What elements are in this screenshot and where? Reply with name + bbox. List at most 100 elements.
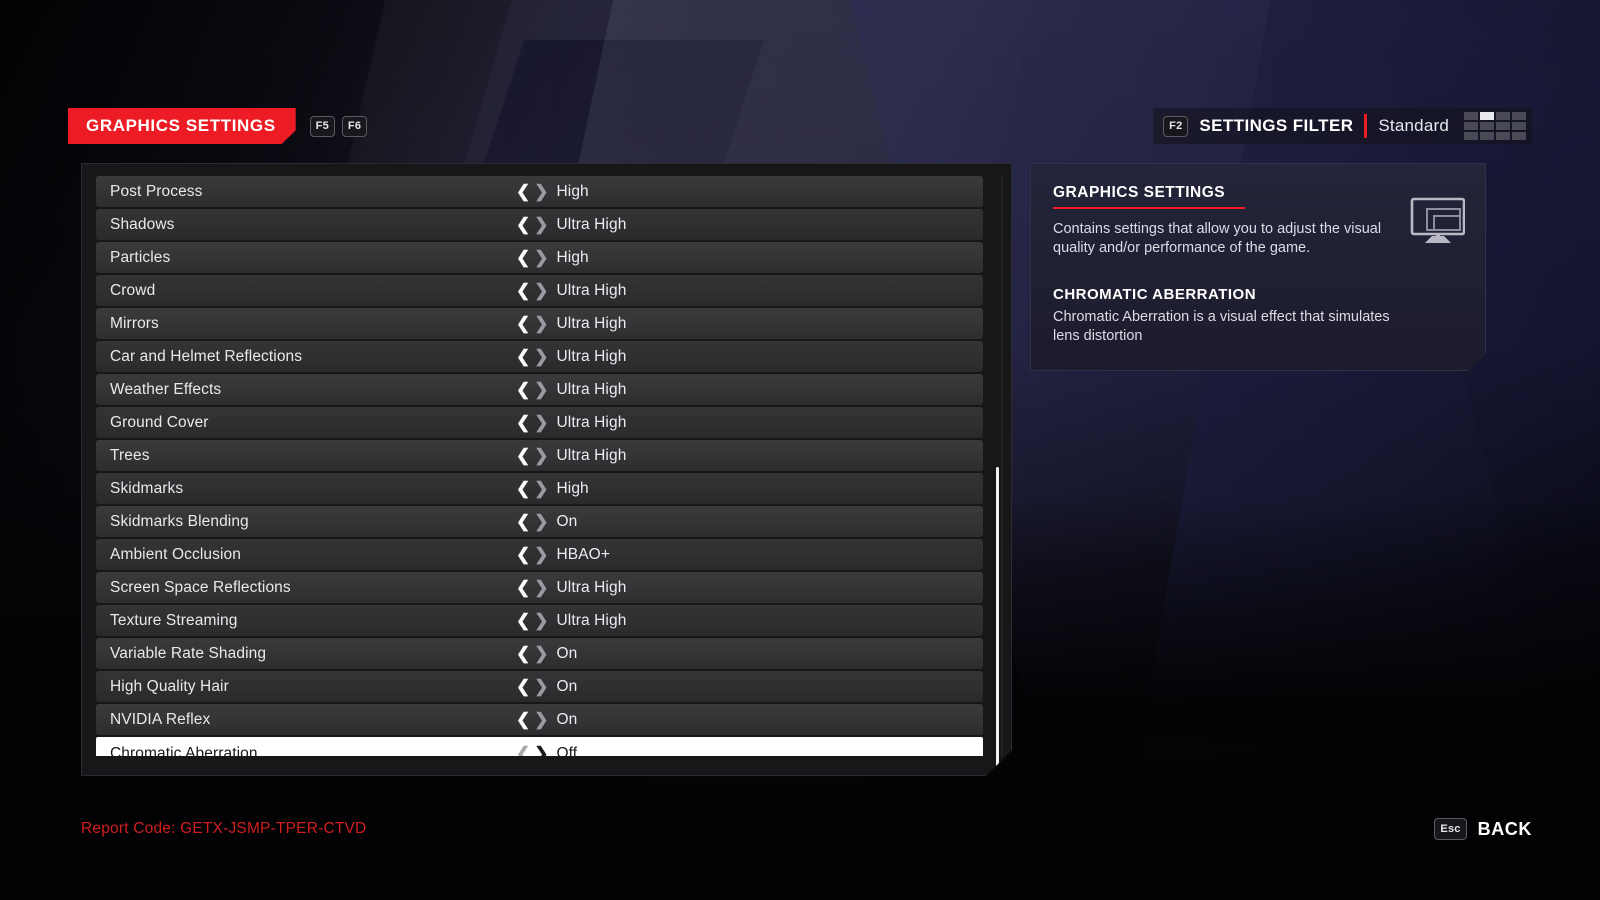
setting-row[interactable]: Variable Rate Shading ❮ ❯ On xyxy=(96,638,983,669)
chevron-left-icon[interactable]: ❮ xyxy=(516,348,530,365)
keycap-f2[interactable]: F2 xyxy=(1163,115,1189,137)
setting-value: Ultra High xyxy=(556,347,627,365)
setting-stepper[interactable]: ❮ ❯ xyxy=(516,579,549,596)
chevron-right-icon[interactable]: ❯ xyxy=(534,381,548,398)
setting-stepper[interactable]: ❮ ❯ xyxy=(516,447,549,464)
chevron-right-icon[interactable]: ❯ xyxy=(534,183,548,200)
setting-stepper[interactable]: ❮ ❯ xyxy=(516,546,549,563)
setting-row[interactable]: Ambient Occlusion ❮ ❯ HBAO+ xyxy=(96,539,983,570)
settings-scrollbar-track[interactable] xyxy=(1001,176,1003,756)
chevron-right-icon[interactable]: ❯ xyxy=(534,480,548,497)
chevron-right-icon[interactable]: ❯ xyxy=(534,745,548,756)
setting-stepper[interactable]: ❮ ❯ xyxy=(516,282,549,299)
setting-stepper[interactable]: ❮ ❯ xyxy=(516,711,549,728)
setting-label: Crowd xyxy=(110,281,156,299)
setting-row[interactable]: Car and Helmet Reflections ❮ ❯ Ultra High xyxy=(96,341,983,372)
setting-stepper[interactable]: ❮ ❯ xyxy=(516,381,549,398)
settings-filter-value[interactable]: Standard xyxy=(1378,116,1449,136)
chevron-left-icon[interactable]: ❮ xyxy=(516,447,530,464)
setting-label: Chromatic Aberration xyxy=(110,744,258,756)
setting-label: Skidmarks xyxy=(110,479,184,497)
chevron-left-icon[interactable]: ❮ xyxy=(516,315,530,332)
chevron-left-icon[interactable]: ❮ xyxy=(516,513,530,530)
settings-filter-group[interactable]: F2 SETTINGS FILTER Standard xyxy=(1153,108,1532,144)
setting-stepper[interactable]: ❮ ❯ xyxy=(516,678,549,695)
setting-row[interactable]: Shadows ❮ ❯ Ultra High xyxy=(96,209,983,240)
chevron-right-icon[interactable]: ❯ xyxy=(534,348,548,365)
chevron-right-icon[interactable]: ❯ xyxy=(534,579,548,596)
keycap-esc[interactable]: Esc xyxy=(1434,818,1467,840)
setting-label: Car and Helmet Reflections xyxy=(110,347,303,365)
chevron-left-icon[interactable]: ❮ xyxy=(516,711,530,728)
setting-stepper[interactable]: ❮ ❯ xyxy=(516,315,549,332)
chevron-right-icon[interactable]: ❯ xyxy=(534,447,548,464)
chevron-left-icon[interactable]: ❮ xyxy=(516,183,530,200)
setting-stepper[interactable]: ❮ ❯ xyxy=(516,745,549,756)
chevron-left-icon[interactable]: ❮ xyxy=(516,216,530,233)
tab-graphics-settings[interactable]: GRAPHICS SETTINGS xyxy=(68,108,296,144)
chevron-right-icon[interactable]: ❯ xyxy=(534,249,548,266)
setting-value: On xyxy=(556,512,578,530)
chevron-right-icon[interactable]: ❯ xyxy=(534,513,548,530)
chevron-right-icon[interactable]: ❯ xyxy=(534,678,548,695)
setting-row[interactable]: Crowd ❮ ❯ Ultra High xyxy=(96,275,983,306)
setting-row[interactable]: Mirrors ❮ ❯ Ultra High xyxy=(96,308,983,339)
settings-filter-grid-icon[interactable] xyxy=(1464,112,1526,140)
setting-stepper[interactable]: ❮ ❯ xyxy=(516,480,549,497)
setting-row[interactable]: Chromatic Aberration ❮ ❯ Off xyxy=(96,737,983,756)
chevron-right-icon[interactable]: ❯ xyxy=(534,645,548,662)
setting-stepper[interactable]: ❮ ❯ xyxy=(516,645,549,662)
info-section-description: Contains settings that allow you to adju… xyxy=(1053,221,1382,257)
chevron-right-icon[interactable]: ❯ xyxy=(534,546,548,563)
chevron-right-icon[interactable]: ❯ xyxy=(534,414,548,431)
setting-value: Ultra High xyxy=(556,611,627,629)
setting-row[interactable]: Ground Cover ❮ ❯ Ultra High xyxy=(96,407,983,438)
settings-scrollbar-thumb[interactable] xyxy=(996,467,999,779)
chevron-left-icon[interactable]: ❮ xyxy=(516,546,530,563)
setting-stepper[interactable]: ❮ ❯ xyxy=(516,414,549,431)
setting-row[interactable]: Particles ❮ ❯ High xyxy=(96,242,983,273)
chevron-right-icon[interactable]: ❯ xyxy=(534,612,548,629)
setting-stepper[interactable]: ❮ ❯ xyxy=(516,183,549,200)
chevron-left-icon[interactable]: ❮ xyxy=(516,645,530,662)
chevron-left-icon[interactable]: ❮ xyxy=(516,612,530,629)
setting-row[interactable]: Screen Space Reflections ❮ ❯ Ultra High xyxy=(96,572,983,603)
chevron-right-icon[interactable]: ❯ xyxy=(534,216,548,233)
setting-stepper[interactable]: ❮ ❯ xyxy=(516,348,549,365)
chevron-right-icon[interactable]: ❯ xyxy=(534,282,548,299)
setting-value: Ultra High xyxy=(556,314,627,332)
settings-list[interactable]: Post Process ❮ ❯ High Shadows ❮ ❯ Ultra High Par… xyxy=(96,176,983,756)
keycap-f5[interactable]: F5 xyxy=(309,115,335,137)
chevron-left-icon[interactable]: ❮ xyxy=(516,745,530,756)
setting-row[interactable]: Trees ❮ ❯ Ultra High xyxy=(96,440,983,471)
setting-stepper[interactable]: ❮ ❯ xyxy=(516,612,549,629)
keycap-f6[interactable]: F6 xyxy=(341,115,368,137)
setting-row[interactable]: NVIDIA Reflex ❮ ❯ On xyxy=(96,704,983,735)
header-left-group: GRAPHICS SETTINGS F5 F6 xyxy=(68,108,368,144)
chevron-right-icon[interactable]: ❯ xyxy=(534,711,548,728)
chevron-right-icon[interactable]: ❯ xyxy=(534,315,548,332)
setting-row[interactable]: Weather Effects ❮ ❯ Ultra High xyxy=(96,374,983,405)
chevron-left-icon[interactable]: ❮ xyxy=(516,414,530,431)
setting-stepper[interactable]: ❮ ❯ xyxy=(516,249,549,266)
setting-value: High xyxy=(556,248,589,266)
setting-row[interactable]: High Quality Hair ❮ ❯ On xyxy=(96,671,983,702)
setting-row[interactable]: Skidmarks Blending ❮ ❯ On xyxy=(96,506,983,537)
setting-label: Particles xyxy=(110,248,171,266)
setting-label: Weather Effects xyxy=(110,380,222,398)
setting-stepper[interactable]: ❮ ❯ xyxy=(516,513,549,530)
chevron-left-icon[interactable]: ❮ xyxy=(516,249,530,266)
chevron-left-icon[interactable]: ❮ xyxy=(516,579,530,596)
setting-row[interactable]: Texture Streaming ❮ ❯ Ultra High xyxy=(96,605,983,636)
setting-stepper[interactable]: ❮ ❯ xyxy=(516,216,549,233)
chevron-left-icon[interactable]: ❮ xyxy=(516,381,530,398)
setting-row[interactable]: Post Process ❮ ❯ High xyxy=(96,176,983,207)
setting-row[interactable]: Skidmarks ❮ ❯ High xyxy=(96,473,983,504)
back-button[interactable]: Esc BACK xyxy=(1434,818,1532,840)
chevron-left-icon[interactable]: ❮ xyxy=(516,282,530,299)
chevron-left-icon[interactable]: ❮ xyxy=(516,678,530,695)
chevron-left-icon[interactable]: ❮ xyxy=(516,480,530,497)
setting-label: High Quality Hair xyxy=(110,677,229,695)
setting-value: On xyxy=(556,644,578,662)
back-button-label: BACK xyxy=(1477,818,1532,839)
